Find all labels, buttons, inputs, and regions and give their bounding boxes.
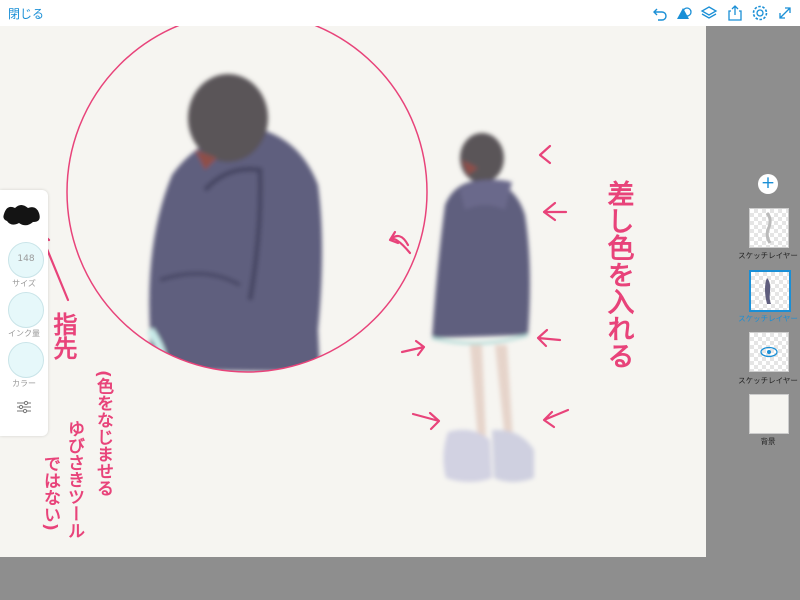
size-label: サイズ: [12, 279, 36, 288]
shapes-icon[interactable]: [675, 4, 693, 22]
layer-figure-preview: [765, 278, 771, 304]
undo-icon[interactable]: [651, 4, 669, 22]
sliders-icon[interactable]: [16, 400, 32, 414]
layer-thumbnail-2[interactable]: [749, 270, 791, 312]
layer-thumbnail-1[interactable]: [749, 208, 789, 248]
layer-thumbnail-3[interactable]: [749, 332, 789, 372]
drawing-canvas[interactable]: 差し色を入れる 指先 (色をなじませる ゆびさきツール ではない) 148 サイ…: [0, 26, 706, 557]
annotation-left-text-4: ではない): [40, 455, 61, 531]
size-swatch[interactable]: 148: [8, 242, 44, 278]
ink-label: インク量: [8, 329, 40, 338]
annotation-left-text-2: (色をなじませる: [93, 370, 114, 497]
top-toolbar: 閉じる: [0, 0, 800, 27]
layer-label-2: スケッチレイヤー: [738, 314, 798, 323]
share-icon[interactable]: [726, 4, 744, 22]
brush-preview-icon[interactable]: [2, 202, 42, 228]
layer-thumbnail-background[interactable]: [749, 394, 789, 434]
layer-label-3: スケッチレイヤー: [738, 376, 798, 385]
ink-swatch[interactable]: [8, 292, 44, 328]
brush-tool-panel: 148 サイズ インク量 カラー: [0, 190, 48, 436]
annotation-left-text-1: 指先: [49, 312, 77, 361]
bottom-bar: [0, 557, 800, 600]
size-value: 148: [17, 254, 35, 264]
layers-icon[interactable]: [700, 4, 718, 22]
settings-icon[interactable]: [751, 4, 769, 22]
character-figure: [431, 133, 534, 482]
expand-icon[interactable]: [776, 4, 794, 22]
add-layer-button[interactable]: +: [758, 174, 778, 194]
artwork: 差し色を入れる 指先 (色をなじませる ゆびさきツール ではない): [36, 26, 635, 539]
annotation-left-text-3: ゆびさきツール: [64, 420, 85, 539]
layer-sketch-preview: [765, 212, 772, 244]
layer-label-1: スケッチレイヤー: [738, 251, 798, 260]
close-button[interactable]: 閉じる: [8, 5, 44, 22]
color-swatch[interactable]: [8, 342, 44, 378]
color-label: カラー: [12, 379, 36, 388]
annotation-right-text: 差し色を入れる: [603, 179, 635, 369]
layer-label-background: 背景: [760, 437, 776, 446]
layer-visibility-eye-icon: [760, 346, 778, 358]
